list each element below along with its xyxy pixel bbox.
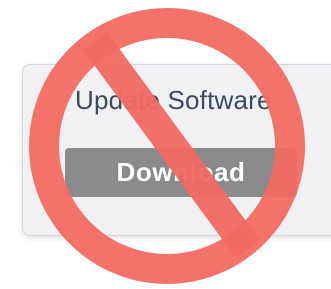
download-button[interactable]: Download bbox=[65, 148, 297, 197]
dialog-title: Update Software bbox=[75, 85, 272, 115]
stage: Update Software Download bbox=[0, 0, 331, 289]
update-dialog: Update Software Download bbox=[22, 64, 331, 236]
